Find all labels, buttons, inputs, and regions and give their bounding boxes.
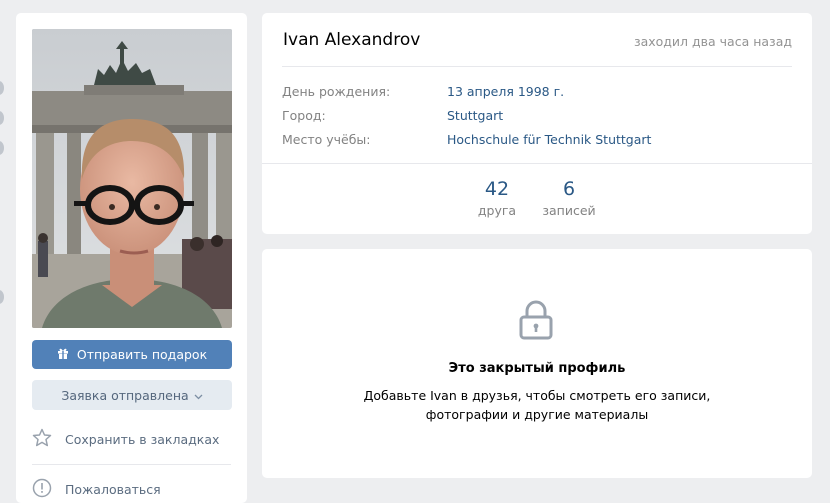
counter-label: друга	[477, 203, 517, 218]
report-label: Пожаловаться	[65, 481, 161, 497]
send-gift-button[interactable]: Отправить подарок	[32, 340, 232, 369]
profile-name: Ivan Alexandrov	[283, 30, 421, 50]
counter-number: 42	[484, 178, 510, 200]
posts-counter[interactable]: 6 записей	[539, 178, 599, 218]
divider	[32, 464, 231, 465]
info-label: Город:	[282, 108, 326, 123]
nav-dot[interactable]	[0, 290, 4, 304]
last-seen-status: заходил два часа назад	[633, 34, 792, 49]
closed-profile-text-line: Добавьте Ivan в друзья, чтобы смотреть е…	[363, 388, 711, 403]
counter-label: записей	[542, 203, 596, 218]
info-label: День рождения:	[282, 84, 391, 99]
report-icon	[32, 478, 52, 501]
send-gift-label: Отправить подарок	[76, 347, 208, 362]
closed-profile-title: Это закрытый профиль	[448, 361, 626, 376]
info-label: Место учёбы:	[282, 132, 371, 147]
closed-profile-card: Это закрытый профиль Добавьте Ivan в дру…	[262, 249, 812, 478]
friend-request-sent-button[interactable]: Заявка отправлена	[32, 380, 232, 410]
profile-info-card: Ivan Alexandrov заходил два часа назад Д…	[262, 13, 812, 234]
counter-number: 6	[562, 178, 576, 200]
profile-photo[interactable]	[32, 29, 232, 328]
nav-dot[interactable]	[0, 81, 4, 95]
bookmark-action[interactable]: Сохранить в закладках	[32, 420, 232, 458]
info-value-link[interactable]: 13 апреля 1998 г.	[447, 84, 564, 99]
info-value-link[interactable]: Hochschule für Technik Stuttgart	[447, 132, 651, 147]
star-icon	[32, 428, 52, 450]
info-value-link[interactable]: Stuttgart	[447, 108, 503, 123]
report-action[interactable]: Пожаловаться	[32, 470, 232, 503]
chevron-down-icon	[194, 388, 203, 403]
friends-counter[interactable]: 42 друга	[477, 178, 517, 218]
profile-photo-image	[32, 29, 232, 328]
nav-dot[interactable]	[0, 111, 4, 125]
lock-icon	[519, 300, 553, 340]
friend-request-label: Заявка отправлена	[61, 387, 189, 403]
nav-dot[interactable]	[0, 141, 4, 155]
divider	[262, 163, 812, 164]
divider	[282, 66, 792, 67]
profile-sidebar-card: Отправить подарок Заявка отправлена Сохр…	[16, 13, 247, 503]
closed-profile-text-line: фотографии и другие материалы	[425, 407, 649, 422]
closed-profile-text: Добавьте Ivan в друзья, чтобы смотреть е…	[262, 386, 812, 424]
bookmark-label: Сохранить в закладках	[65, 431, 220, 447]
gift-icon	[57, 347, 69, 362]
